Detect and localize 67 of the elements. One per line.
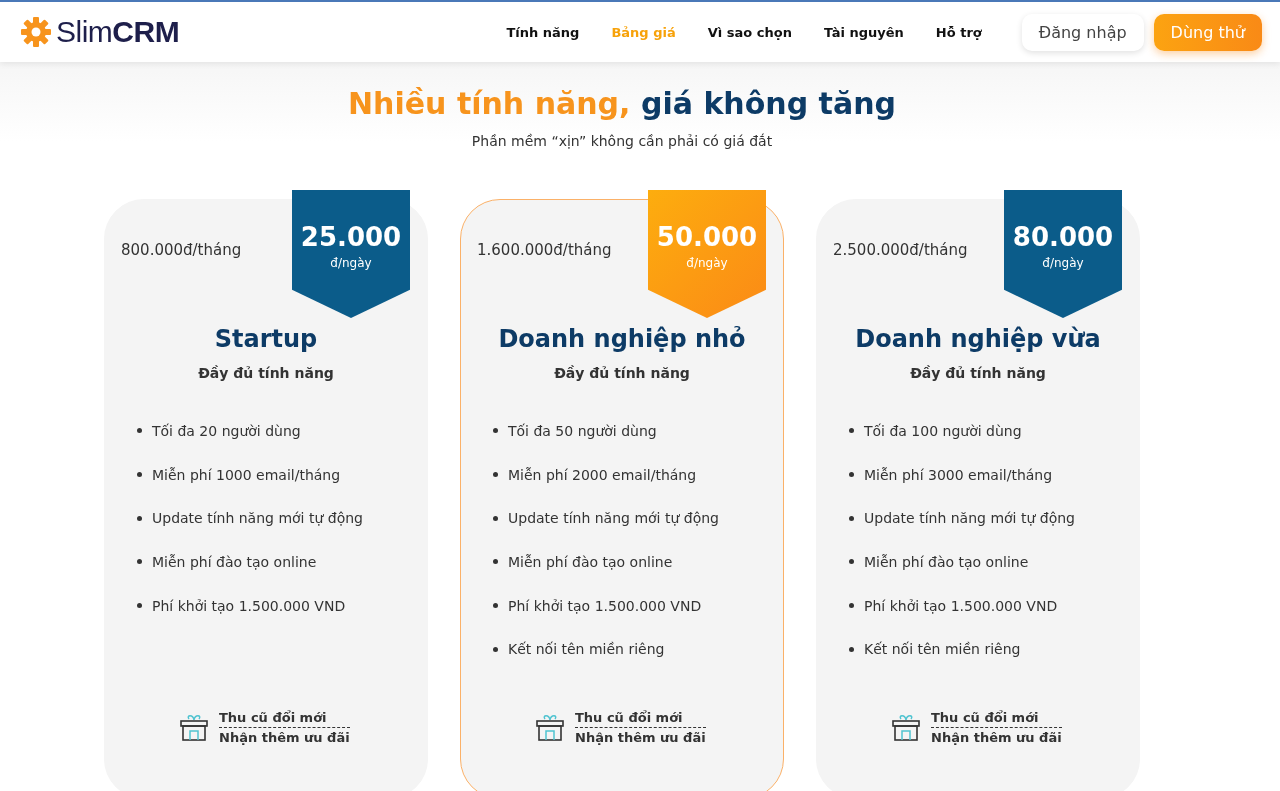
feature-text: Phí khởi tạo 1.500.000 VND bbox=[864, 597, 1058, 614]
price-unit: đ/ngày bbox=[1042, 256, 1084, 270]
bullet-icon bbox=[137, 559, 142, 565]
bullet-icon bbox=[493, 559, 498, 565]
login-button[interactable]: Đăng nhập bbox=[1021, 13, 1144, 51]
bullet-icon bbox=[137, 472, 142, 478]
feature-text: Tối đa 50 người dùng bbox=[508, 422, 657, 439]
bullet-icon bbox=[849, 646, 854, 652]
plan-name: Doanh nghiệp nhỏ bbox=[497, 325, 747, 353]
feature-text: Miễn phí đào tạo online bbox=[152, 553, 317, 570]
plan-tagline: Đầy đủ tính năng bbox=[197, 365, 335, 381]
daily-price: 25.000 bbox=[300, 224, 402, 250]
feature-text: Kết nối tên miền riêng bbox=[508, 641, 665, 658]
gift-icon bbox=[179, 713, 209, 742]
promo-text: Thu cũ đổi mới bbox=[219, 708, 350, 728]
feature-text: Update tính năng mới tự động bbox=[508, 510, 719, 527]
bullet-icon bbox=[849, 603, 854, 609]
feature-text: Miễn phí đào tạo online bbox=[864, 553, 1029, 570]
feature-text: Update tính năng mới tự động bbox=[152, 510, 363, 527]
daily-price: 80.000 bbox=[1012, 224, 1114, 250]
nav-link[interactable]: Tài nguyên bbox=[823, 24, 904, 40]
feature-text: Miễn phí 3000 email/tháng bbox=[864, 466, 1053, 483]
bullet-icon bbox=[849, 559, 854, 565]
feature-text: Phí khởi tạo 1.500.000 VND bbox=[152, 597, 346, 614]
promo-text: Thu cũ đổi mới bbox=[931, 708, 1062, 728]
feature-text: Miễn phí đào tạo online bbox=[508, 553, 673, 570]
page-subtitle: Phần mềm “xịn” không cần phải có giá đắt bbox=[470, 133, 774, 149]
bullet-icon bbox=[849, 472, 854, 478]
bullet-icon bbox=[137, 603, 142, 609]
gift-icon bbox=[891, 713, 921, 742]
page-title: Nhiều tính năng, giá không tăng bbox=[347, 86, 897, 121]
promo-text: Nhận thêm ưu đãi bbox=[219, 729, 350, 747]
nav-link[interactable]: Tính năng bbox=[506, 24, 580, 40]
feature-text: Phí khởi tạo 1.500.000 VND bbox=[508, 597, 702, 614]
plan-tagline: Đầy đủ tính năng bbox=[553, 365, 691, 381]
bullet-icon bbox=[493, 428, 498, 434]
gear-logo-icon bbox=[20, 16, 52, 48]
gift-icon bbox=[535, 713, 565, 742]
nav-link[interactable]: Hỗ trợ bbox=[935, 24, 982, 40]
plan-name: Startup bbox=[213, 325, 319, 353]
price-unit: đ/ngày bbox=[686, 256, 728, 270]
feature-text: Tối đa 100 người dùng bbox=[864, 422, 1022, 439]
bullet-icon bbox=[137, 428, 142, 434]
bullet-icon bbox=[849, 428, 854, 434]
plan-tagline: Đầy đủ tính năng bbox=[909, 365, 1047, 381]
daily-price: 50.000 bbox=[656, 224, 758, 250]
bullet-icon bbox=[137, 515, 142, 521]
monthly-price: 800.000đ/tháng bbox=[121, 241, 242, 259]
bullet-icon bbox=[493, 646, 498, 652]
feature-text: Kết nối tên miền riêng bbox=[864, 641, 1021, 658]
monthly-price: 2.500.000đ/tháng bbox=[833, 241, 968, 259]
plan-name: Doanh nghiệp vừa bbox=[854, 325, 1102, 353]
promo-text: Nhận thêm ưu đãi bbox=[575, 729, 706, 747]
feature-text: Miễn phí 2000 email/tháng bbox=[508, 466, 697, 483]
feature-text: Update tính năng mới tự động bbox=[864, 510, 1075, 527]
logo-text: SlimCRM bbox=[56, 15, 180, 49]
feature-text: Tối đa 20 người dùng bbox=[152, 422, 301, 439]
promo-text: Nhận thêm ưu đãi bbox=[931, 729, 1062, 747]
feature-text: Miễn phí 1000 email/tháng bbox=[152, 466, 341, 483]
bullet-icon bbox=[493, 515, 498, 521]
promo-text: Thu cũ đổi mới bbox=[575, 708, 706, 728]
monthly-price: 1.600.000đ/tháng bbox=[477, 241, 612, 259]
nav-link[interactable]: Vì sao chọn bbox=[707, 24, 792, 40]
price-unit: đ/ngày bbox=[330, 256, 372, 270]
bullet-icon bbox=[849, 515, 854, 521]
bullet-icon bbox=[493, 472, 498, 478]
bullet-icon bbox=[493, 603, 498, 609]
